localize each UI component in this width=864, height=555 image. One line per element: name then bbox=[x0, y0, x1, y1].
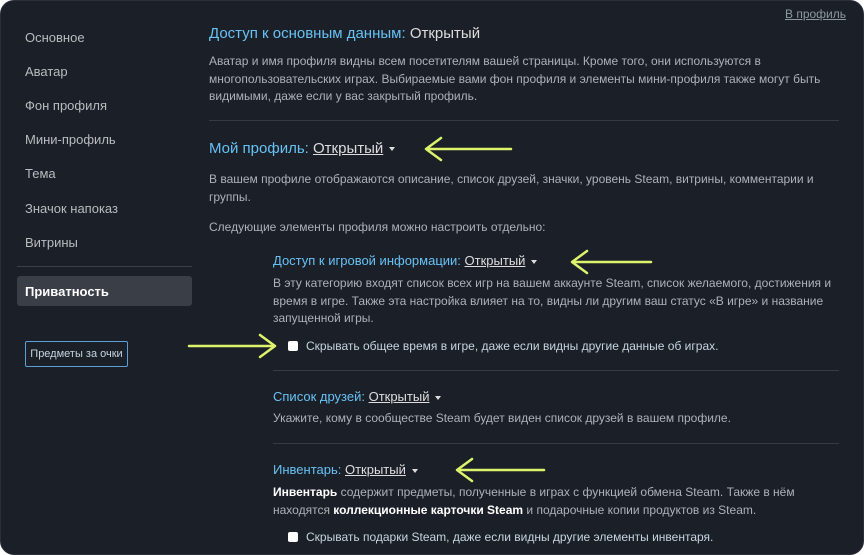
arrow-left-icon bbox=[570, 249, 653, 275]
arrow-left-icon bbox=[424, 136, 513, 162]
privacy-settings-window: Основное Аватар Фон профиля Мини-профиль… bbox=[0, 0, 864, 555]
annotation-arrows bbox=[187, 136, 653, 483]
arrow-left-icon bbox=[455, 457, 546, 483]
arrow-right-icon bbox=[187, 333, 277, 359]
